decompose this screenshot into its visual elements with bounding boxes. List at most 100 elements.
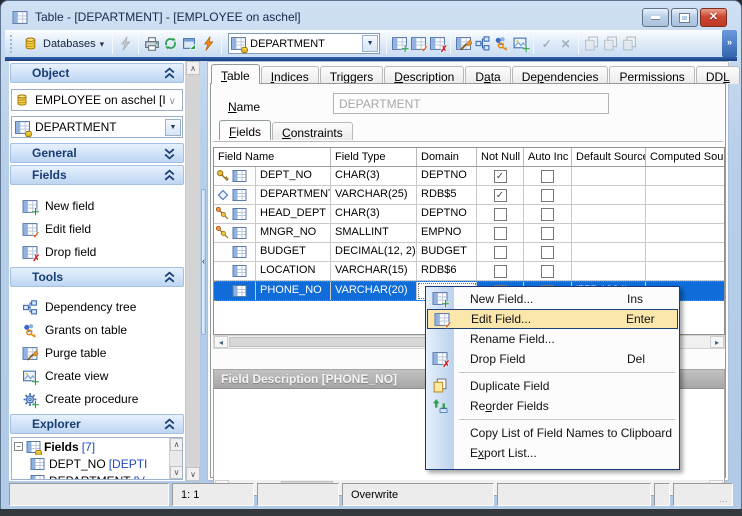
section-header-general[interactable]: General [10, 143, 184, 163]
cell-computed-source[interactable] [646, 262, 724, 280]
column-header-domain[interactable]: Domain [417, 148, 477, 166]
tree-node-department[interactable]: DEPARTMENT [V [12, 472, 182, 479]
print-button[interactable] [142, 34, 161, 53]
sidebar-item-new-field[interactable]: ＋ New field [22, 196, 94, 216]
section-header-tools[interactable]: Tools [10, 267, 184, 287]
cell-computed-source[interactable] [646, 205, 724, 223]
tree-scrollbar[interactable]: ∧ ∨ [169, 438, 182, 479]
resize-grip-icon[interactable]: … [719, 494, 729, 504]
column-header-computed-source[interactable]: Computed Source [646, 148, 724, 166]
name-field[interactable] [333, 93, 609, 114]
cell-domain[interactable]: DEPTNO [417, 205, 477, 223]
sidebar-item-purge-table[interactable]: Purge table [22, 343, 106, 363]
cell-field-name[interactable]: LOCATION [256, 262, 331, 280]
collapse-chevron-icon[interactable] [164, 271, 175, 284]
menu-item-new-field[interactable]: ＋ New Field... Ins [426, 289, 679, 309]
scroll-down-button[interactable]: ∨ [186, 467, 200, 481]
menu-item-export-list[interactable]: Export List... [426, 443, 679, 463]
tree-node-dept-no[interactable]: DEPT_NO [DEPTI [12, 455, 182, 472]
cell-field-name[interactable]: PHONE_NO [256, 282, 331, 300]
cell-field-name[interactable]: DEPT_NO [256, 167, 331, 185]
table-combo[interactable]: DEPARTMENT [11, 116, 183, 138]
cell-default-source[interactable] [572, 243, 646, 261]
auto-inc-checkbox[interactable] [541, 207, 554, 221]
compile-button[interactable] [199, 34, 218, 53]
subtab-fields[interactable]: Fields [219, 120, 272, 140]
drop-field-button[interactable]: ✗ [428, 34, 448, 54]
toolbar-overflow-button[interactable] [722, 30, 737, 57]
cell-computed-source[interactable] [646, 186, 724, 204]
title-bar[interactable]: Table - [DEPARTMENT] - [EMPLOYEE on asch… [5, 4, 737, 30]
purge-table-button[interactable] [454, 34, 473, 53]
expand-chevron-icon[interactable] [164, 147, 175, 160]
tab-data[interactable]: Data [465, 66, 511, 84]
cell-domain[interactable]: DEPTNO [417, 167, 477, 185]
cell-field-type[interactable]: VARCHAR(20) [331, 282, 417, 300]
auto-inc-checkbox[interactable] [541, 264, 554, 278]
scroll-up-button[interactable]: ∧ [186, 61, 200, 75]
databases-button[interactable]: Databases [18, 34, 109, 53]
auto-inc-checkbox[interactable] [541, 169, 554, 183]
cell-field-type[interactable]: VARCHAR(15) [331, 262, 417, 280]
cell-default-source[interactable] [572, 186, 646, 204]
tree-node-fields[interactable]: − Fields [7] [12, 438, 182, 455]
sidebar-item-dependency-tree[interactable]: Dependency tree [22, 297, 136, 317]
menu-item-reorder-fields[interactable]: Reorder Fields [426, 396, 679, 416]
toolbar-grip[interactable] [10, 34, 14, 53]
tab-triggers[interactable]: Triggers [319, 66, 384, 84]
scroll-right-button[interactable]: ▸ [710, 336, 724, 348]
subtab-constraints[interactable]: Constraints [272, 122, 353, 140]
section-header-fields[interactable]: Fields [10, 165, 184, 185]
cell-field-type[interactable]: CHAR(3) [331, 205, 417, 223]
scroll-down-button[interactable]: ∨ [170, 466, 182, 479]
menu-item-rename-field[interactable]: Rename Field... [426, 329, 679, 349]
table-row[interactable]: LOCATION VARCHAR(15) RDB$6 [214, 262, 724, 281]
column-header-auto-inc[interactable]: Auto Inc [524, 148, 572, 166]
maximize-button[interactable] [671, 8, 698, 27]
tab-table[interactable]: Table [211, 64, 260, 84]
table-row[interactable]: DEPARTMENT VARCHAR(25) RDB$5 ✓ [214, 186, 724, 205]
new-field-button[interactable]: ＋ [390, 34, 410, 54]
refresh-button[interactable] [161, 34, 180, 53]
combo-dropdown-button[interactable] [362, 35, 379, 52]
auto-inc-checkbox[interactable] [541, 226, 554, 240]
menu-item-copy-field-names[interactable]: Copy List of Field Names to Clipboard [426, 423, 679, 443]
sidebar-item-create-procedure[interactable]: ＋ Create procedure [22, 389, 138, 409]
scroll-up-button[interactable]: ∧ [170, 438, 182, 451]
cell-field-type[interactable]: SMALLINT [331, 224, 417, 242]
cell-domain[interactable]: EMPNO [417, 224, 477, 242]
column-header-field-name[interactable]: Field Name [214, 148, 331, 166]
dependency-tree-button[interactable] [473, 34, 492, 53]
cell-field-type[interactable]: VARCHAR(25) [331, 186, 417, 204]
sidebar-item-create-view[interactable]: ＋ Create view [22, 366, 108, 386]
close-button[interactable]: ✕ [700, 8, 727, 27]
table-selector-combo[interactable]: DEPARTMENT [228, 33, 381, 54]
cell-domain[interactable]: RDB$6 [417, 262, 477, 280]
section-header-explorer[interactable]: Explorer [10, 414, 184, 434]
tab-dependencies[interactable]: Dependencies [511, 66, 609, 84]
cell-default-source[interactable] [572, 205, 646, 223]
column-header-field-type[interactable]: Field Type [331, 148, 417, 166]
cell-field-name[interactable]: BUDGET [256, 243, 331, 261]
grants-button[interactable] [492, 34, 511, 53]
tab-ddl[interactable]: DDL [695, 66, 740, 84]
not-null-checkbox[interactable]: ✓ [493, 188, 507, 202]
create-view-button[interactable]: ＋ [511, 34, 531, 54]
cell-computed-source[interactable] [646, 224, 724, 242]
cell-default-source[interactable] [572, 167, 646, 185]
cell-domain[interactable]: RDB$5 [417, 186, 477, 204]
section-header-object[interactable]: Object [10, 63, 184, 83]
not-null-checkbox[interactable]: ✓ [493, 169, 507, 183]
cell-field-type[interactable]: CHAR(3) [331, 167, 417, 185]
edit-field-button[interactable]: ✓ [409, 34, 429, 54]
not-null-checkbox[interactable] [493, 207, 507, 221]
database-combo[interactable]: EMPLOYEE on aschel [I [11, 89, 183, 111]
table-row[interactable]: DEPT_NO CHAR(3) DEPTNO ✓ [214, 167, 724, 186]
table-row[interactable]: MNGR_NO SMALLINT EMPNO [214, 224, 724, 243]
not-null-checkbox[interactable] [493, 226, 507, 240]
auto-inc-checkbox[interactable] [541, 188, 554, 202]
tab-permissions[interactable]: Permissions [609, 66, 695, 84]
table-row[interactable]: BUDGET DECIMAL(12, 2) BUDGET [214, 243, 724, 262]
collapse-chevron-icon[interactable] [164, 67, 175, 80]
sidebar-item-drop-field[interactable]: ✗ Drop field [22, 242, 96, 262]
